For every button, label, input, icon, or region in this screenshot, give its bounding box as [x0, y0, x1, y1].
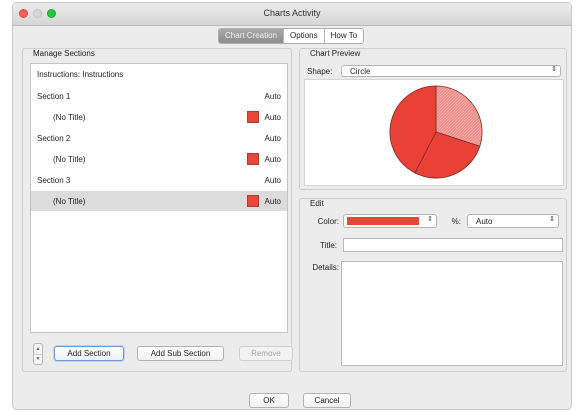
color-swatch — [247, 195, 259, 207]
list-item-percent: Auto — [264, 197, 281, 206]
manage-sections-label: Manage Sections — [30, 49, 98, 58]
list-item-percent: Auto — [264, 155, 281, 164]
details-textarea[interactable] — [341, 261, 563, 366]
shape-select[interactable]: Circle ⇕ — [341, 65, 561, 77]
list-item-sub-section-1[interactable]: (No Title) Auto — [31, 107, 287, 127]
pie-chart — [389, 85, 483, 179]
up-down-arrows-icon: ⇕ — [549, 216, 555, 223]
percent-value: Auto — [476, 217, 493, 226]
percent-label: %: — [451, 217, 461, 226]
move-down-icon[interactable]: ▼ — [34, 354, 42, 364]
list-item-percent: Auto — [264, 134, 281, 143]
percent-select[interactable]: Auto ⇕ — [467, 214, 559, 228]
list-item-instructions[interactable]: Instructions: Instructions — [31, 64, 287, 84]
title-bar: Charts Activity — [13, 3, 571, 26]
list-item-percent: Auto — [264, 92, 281, 101]
edit-label: Edit — [307, 199, 327, 208]
color-picker[interactable]: ⇕ — [343, 214, 437, 228]
list-item-label: (No Title) — [53, 155, 86, 164]
list-item-label: (No Title) — [53, 113, 86, 122]
tab-options[interactable]: Options — [283, 29, 324, 43]
title-input[interactable] — [343, 238, 563, 252]
tab-chart-creation[interactable]: Chart Creation — [219, 29, 284, 43]
list-item-sub-section-3[interactable]: (No Title) Auto — [31, 191, 287, 211]
tab-bar: Chart Creation Options How To — [218, 28, 365, 44]
list-item-section-3[interactable]: Section 3 Auto — [31, 170, 287, 190]
window-title: Charts Activity — [263, 8, 321, 18]
up-down-arrows-icon: ⇕ — [427, 216, 433, 223]
add-sub-section-button[interactable]: Add Sub Section — [137, 346, 224, 361]
color-swatch — [247, 111, 259, 123]
sections-list[interactable]: Instructions: Instructions Section 1 Aut… — [30, 63, 288, 333]
remove-button[interactable]: Remove — [239, 346, 293, 361]
shape-value: Circle — [350, 67, 371, 76]
shape-label: Shape: — [307, 67, 333, 76]
ok-button[interactable]: OK — [249, 393, 289, 408]
list-item-label: Section 2 — [37, 134, 71, 143]
stepper-icon[interactable]: ▲ ▼ — [33, 343, 43, 365]
list-item-label: Section 3 — [37, 176, 71, 185]
up-down-arrows-icon: ⇕ — [551, 66, 557, 73]
list-item-label: Section 1 — [37, 92, 71, 101]
list-item-label: (No Title) — [53, 197, 86, 206]
list-item-label: Instructions: Instructions — [37, 70, 124, 79]
chart-preview-label: Chart Preview — [307, 49, 364, 58]
color-swatch — [247, 153, 259, 165]
list-item-sub-section-2[interactable]: (No Title) Auto — [31, 149, 287, 169]
chart-preview-canvas — [304, 79, 564, 186]
cancel-button[interactable]: Cancel — [303, 393, 351, 408]
color-label: Color: — [317, 217, 339, 226]
list-item-section-2[interactable]: Section 2 Auto — [31, 128, 287, 148]
color-value-swatch — [347, 217, 419, 225]
list-item-percent: Auto — [264, 113, 281, 122]
charts-activity-window: Charts Activity Chart Creation Options H… — [12, 2, 572, 410]
list-item-percent: Auto — [264, 176, 281, 185]
details-label: Details: — [312, 263, 339, 272]
add-section-button[interactable]: Add Section — [54, 346, 124, 361]
tab-how-to[interactable]: How To — [323, 29, 364, 43]
list-item-section-1[interactable]: Section 1 Auto — [31, 86, 287, 106]
title-label: Title: — [319, 241, 337, 250]
